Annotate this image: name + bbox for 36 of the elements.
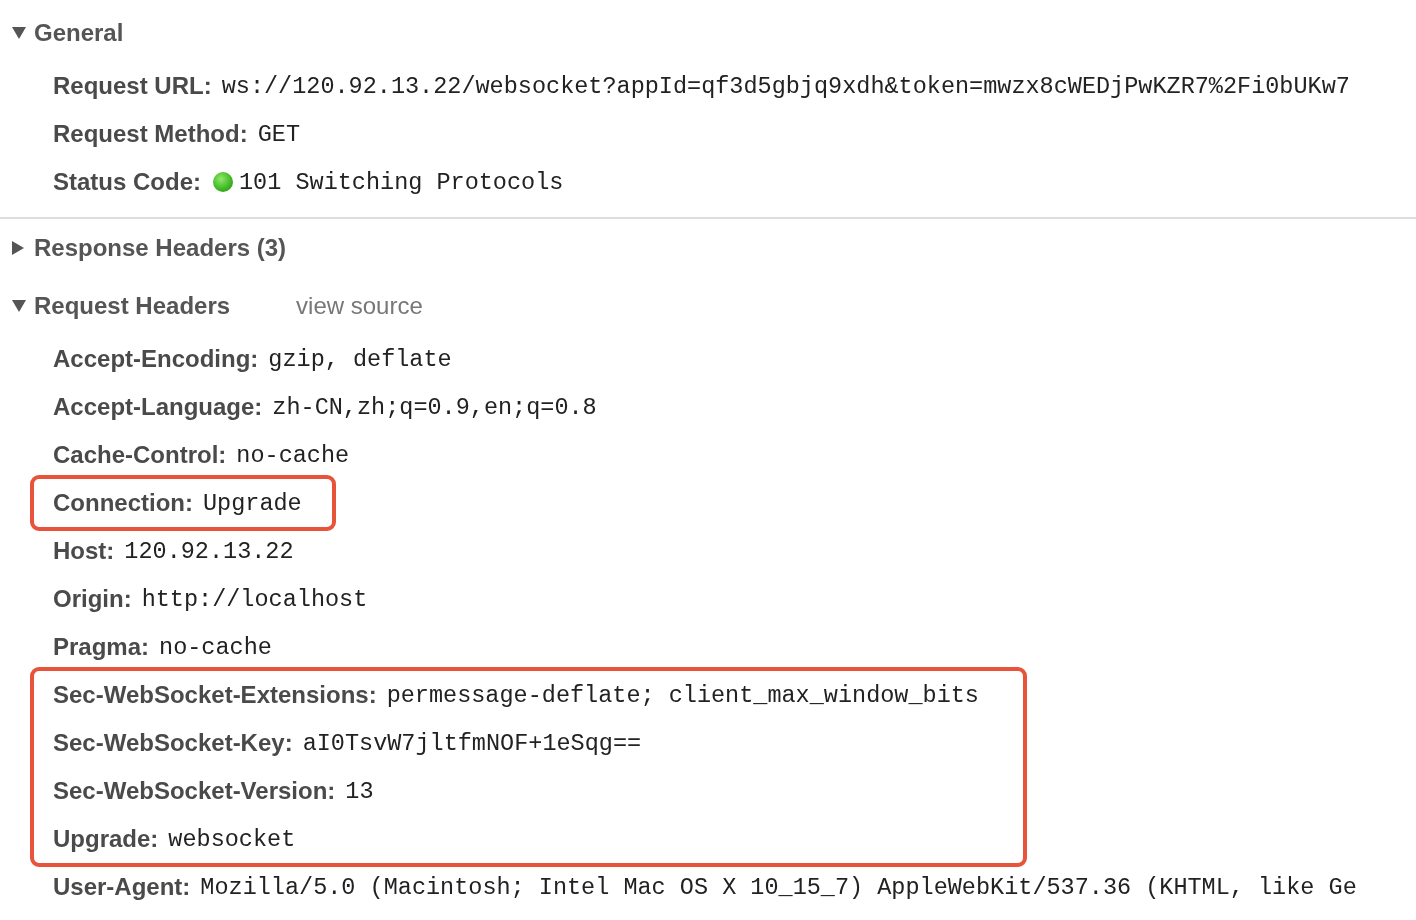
header-value: no-cache: [236, 441, 350, 469]
header-value: http://localhost: [141, 585, 368, 613]
header-value: gzip, deflate: [268, 345, 452, 373]
header-name: Request Method:: [53, 120, 248, 148]
header-value: permessage-deflate; client_max_window_bits: [386, 681, 979, 709]
header-name: Host:: [53, 537, 115, 565]
header-value: aI0TsvW7jltfmNOF+1eSqg==: [302, 729, 642, 757]
view-source-link[interactable]: view source: [296, 292, 423, 320]
header-name: Status Code:: [53, 168, 201, 196]
header-name: User-Agent:: [53, 873, 191, 901]
section-title[interactable]: Request Headers: [34, 292, 231, 320]
expanded-triangle-icon[interactable]: [12, 27, 28, 39]
header-value: Mozilla/5.0 (Macintosh; Intel Mac OS X 10_15_7) AppleWebKit/537.36 (KHTML, like Ge: [200, 873, 1357, 901]
header-name: Pragma:: [53, 633, 150, 661]
header-name: Connection:: [53, 489, 193, 517]
header-name: Sec-WebSocket-Key:: [53, 729, 293, 757]
header-name: Sec-WebSocket-Extensions:: [53, 681, 377, 709]
header-value: GET: [257, 120, 300, 148]
header-value: ws://120.92.13.22/websocket?appId=qf3d5gbjq9xdh&token=mwzx8cWEDjPwKZR7%2Fi0bUKw7: [221, 72, 1350, 100]
header-value: 120.92.13.22: [124, 537, 294, 565]
header-value: 13: [345, 777, 374, 805]
header-value: no-cache: [159, 633, 272, 661]
expanded-triangle-icon[interactable]: [12, 300, 28, 312]
header-value: websocket: [168, 825, 296, 853]
header-value: zh-CN,zh;q=0.9,en;q=0.8: [272, 393, 597, 421]
header-value: Upgrade: [203, 489, 302, 517]
section-title[interactable]: General: [34, 19, 124, 47]
header-name: Accept-Language:: [53, 393, 263, 421]
header-name: Cache-Control:: [53, 441, 227, 469]
header-name: Accept-Encoding:: [53, 345, 259, 373]
header-name: Origin:: [53, 585, 132, 613]
section-title[interactable]: Response Headers (3): [34, 234, 287, 262]
header-value: 101 Switching Protocols: [239, 168, 564, 196]
header-name: Request URL:: [53, 72, 212, 100]
header-name: Sec-WebSocket-Version:: [53, 777, 336, 805]
header-name: Upgrade:: [53, 825, 159, 853]
